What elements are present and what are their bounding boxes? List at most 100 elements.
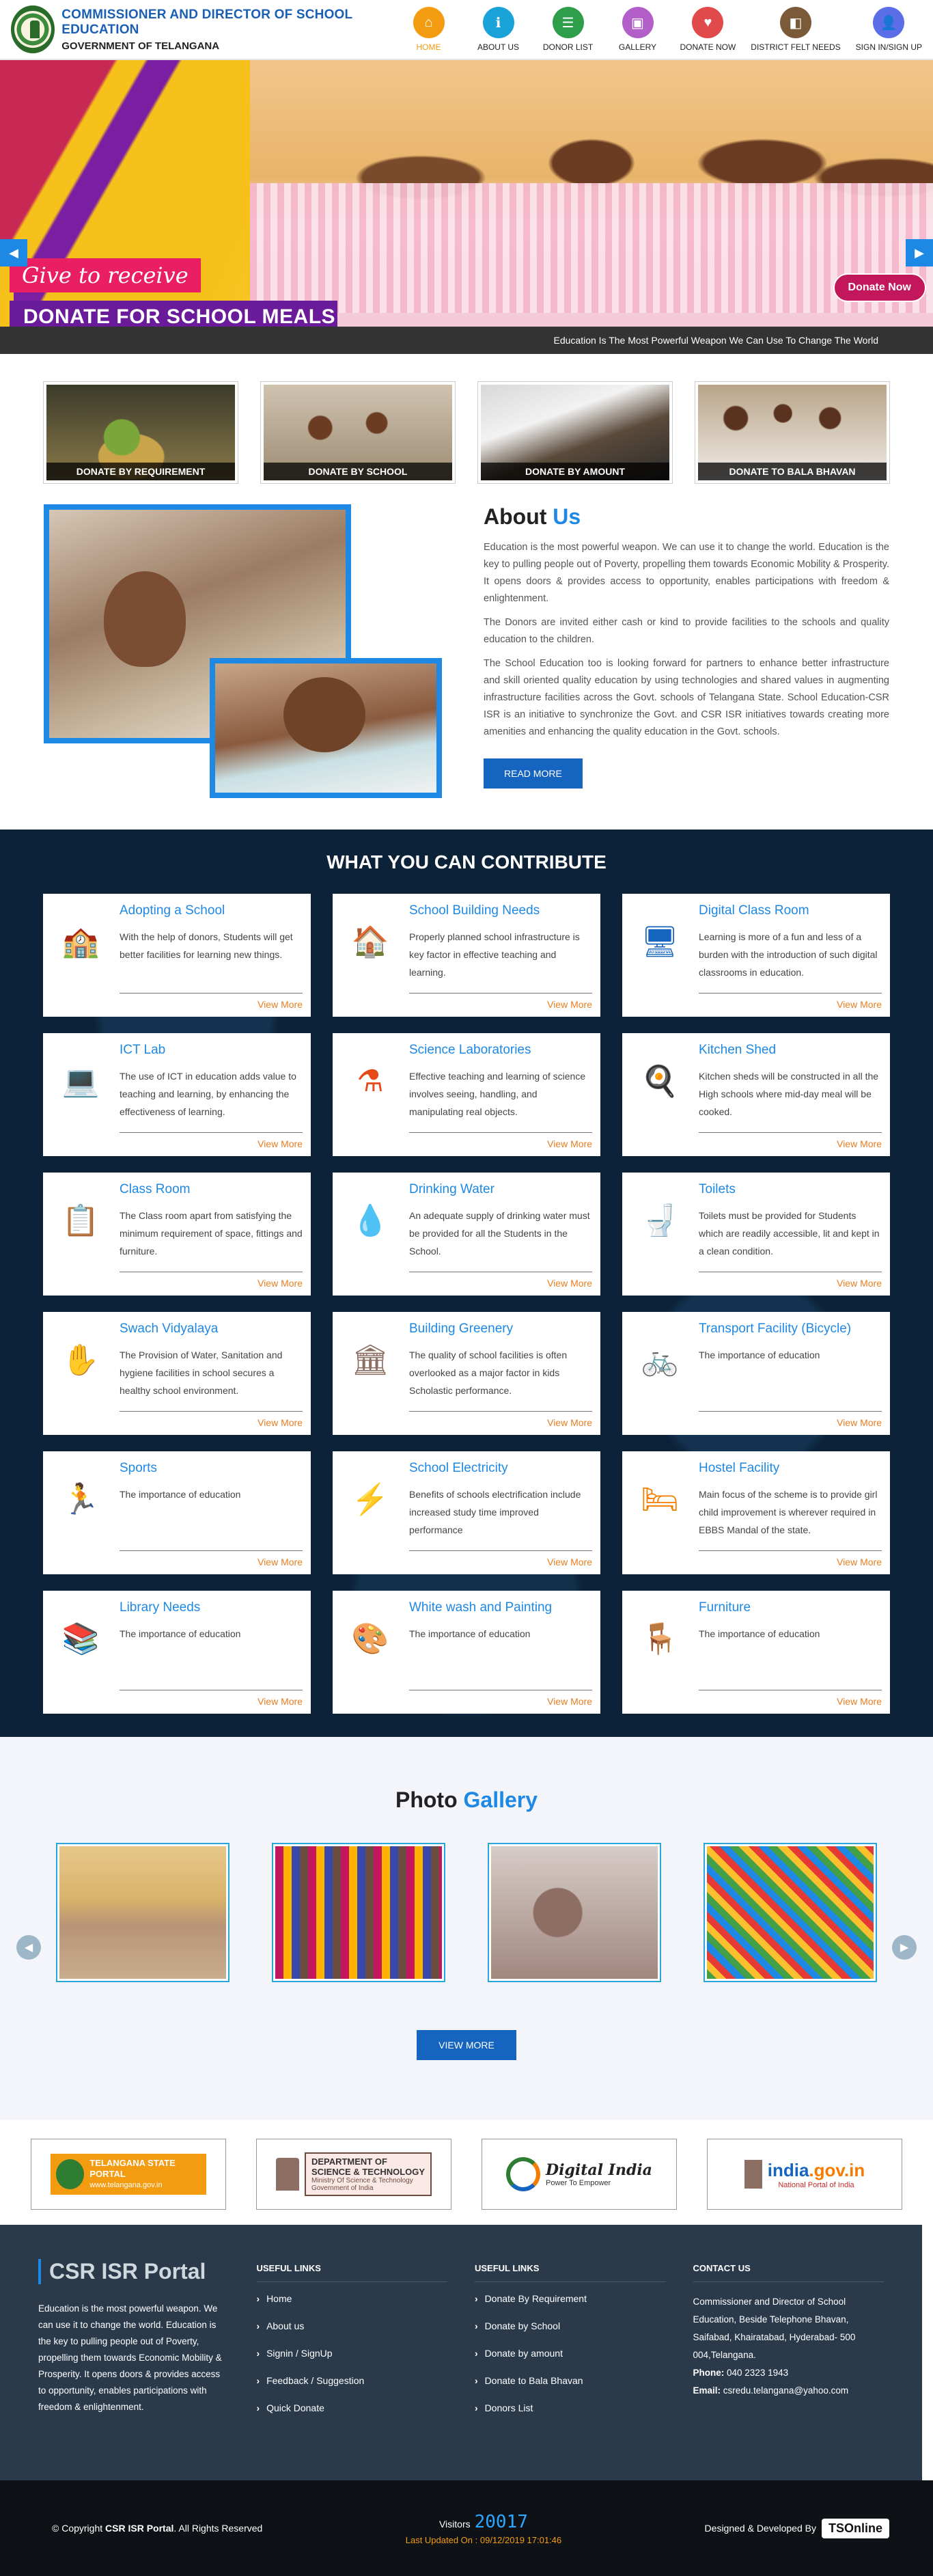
gallery-prev-arrow-icon[interactable]: ◀ [16, 1935, 41, 1960]
contribute-card[interactable]: 💧 Drinking Water An adequate supply of dri… [333, 1173, 600, 1296]
card-view-more-link[interactable]: View More [120, 999, 303, 1010]
card-title[interactable]: Swach Vidyalaya [120, 1321, 303, 1337]
brand[interactable]: COMMISSIONER AND DIRECTOR OF SCHOOL EDUC… [11, 5, 402, 53]
contribute-card[interactable]: ⚗ Science Laboratories Effective teaching … [333, 1033, 600, 1156]
footer-link-donate-requirement[interactable]: Donate By Requirement [475, 2293, 666, 2304]
card-view-more-link[interactable]: View More [409, 1557, 592, 1567]
gallery-photo[interactable] [272, 1843, 445, 1982]
tile-donate-by-amount[interactable]: DONATE BY AMOUNT [477, 381, 673, 484]
nav-about-us[interactable]: ℹ ABOUT US [471, 7, 526, 52]
card-view-more-link[interactable]: View More [699, 1138, 882, 1149]
card-view-more-link[interactable]: View More [120, 1138, 303, 1149]
card-view-more-link[interactable]: View More [699, 1278, 882, 1289]
contribute-card[interactable]: 🍳 Kitchen Shed Kitchen sheds will be const… [622, 1033, 890, 1156]
footer-link-donate-bala-bhavan[interactable]: Donate to Bala Bhavan [475, 2375, 666, 2386]
card-view-more-link[interactable]: View More [409, 1138, 592, 1149]
email-value[interactable]: csredu.telangana@yahoo.com [723, 2385, 848, 2396]
gallery-view-more-button[interactable]: VIEW MORE [417, 2030, 516, 2060]
card-title[interactable]: Drinking Water [409, 1182, 592, 1197]
contribute-card[interactable]: 🏠 School Building Needs Properly planned s… [333, 894, 600, 1017]
footer-link-quick-donate[interactable]: Quick Donate [257, 2402, 448, 2413]
hero-next-arrow-icon[interactable]: ▶ [906, 239, 933, 266]
card-description: The quality of school facilities is ofte… [409, 1346, 592, 1412]
nav-home[interactable]: ⌂ HOME [402, 7, 456, 52]
tile-donate-by-school[interactable]: DONATE BY SCHOOL [260, 381, 456, 484]
contribute-card[interactable]: 🏫 Adopting a School With the help of donor… [43, 894, 311, 1017]
card-title[interactable]: Kitchen Shed [699, 1043, 882, 1058]
contribute-card[interactable]: 🛏 Hostel Facility Main focus of the scheme… [622, 1451, 890, 1574]
card-title[interactable]: Hostel Facility [699, 1461, 882, 1476]
card-view-more-link[interactable]: View More [699, 1696, 882, 1707]
card-view-more-link[interactable]: View More [120, 1557, 303, 1567]
nav-donate-now[interactable]: ♥ DONATE NOW [680, 7, 736, 52]
contribute-card[interactable]: ⚡ School Electricity Benefits of schools e… [333, 1451, 600, 1574]
card-view-more-link[interactable]: View More [120, 1696, 303, 1707]
card-title[interactable]: School Electricity [409, 1461, 592, 1476]
gallery-photo[interactable] [488, 1843, 661, 1982]
card-view-more-link[interactable]: View More [699, 1557, 882, 1567]
tile-donate-to-bala-bhavan[interactable]: DONATE TO BALA BHAVAN [695, 381, 890, 484]
contribute-card[interactable]: 🎨 White wash and Painting The importance o… [333, 1591, 600, 1714]
card-title[interactable]: Library Needs [120, 1600, 303, 1615]
footer-link-about[interactable]: About us [257, 2320, 448, 2331]
footer-link-donors-list[interactable]: Donors List [475, 2402, 666, 2413]
footer-link-home[interactable]: Home [257, 2293, 448, 2304]
gallery-row [0, 1843, 933, 1982]
footer-link-donate-amount[interactable]: Donate by amount [475, 2348, 666, 2359]
nav-district-felt-needs[interactable]: ◧ DISTRICT FELT NEEDS [751, 7, 841, 52]
card-title[interactable]: Building Greenery [409, 1321, 592, 1337]
card-title[interactable]: Class Room [120, 1182, 303, 1197]
contribute-card[interactable]: 🏛 Building Greenery The quality of school … [333, 1312, 600, 1435]
partner-dst[interactable]: DEPARTMENT OF SCIENCE & TECHNOLOGY Minis… [256, 2139, 451, 2210]
contribute-card[interactable]: 🚽 Toilets Toilets must be provided for Stu… [622, 1173, 890, 1296]
card-title[interactable]: Science Laboratories [409, 1043, 592, 1058]
card-title[interactable]: Sports [120, 1461, 303, 1476]
card-view-more-link[interactable]: View More [699, 999, 882, 1010]
card-title[interactable]: School Building Needs [409, 903, 592, 918]
card-body: Science Laboratories Effective teaching a… [409, 1043, 592, 1149]
footer-link-feedback[interactable]: Feedback / Suggestion [257, 2375, 448, 2386]
card-title[interactable]: White wash and Painting [409, 1600, 592, 1615]
gallery-photo[interactable] [56, 1843, 229, 1982]
nav-donor-list[interactable]: ☰ DONOR LIST [541, 7, 596, 52]
hero-prev-arrow-icon[interactable]: ◀ [0, 239, 27, 266]
card-view-more-link[interactable]: View More [409, 1417, 592, 1428]
home-icon: ⌂ [413, 7, 445, 38]
contact-email: Email: csredu.telangana@yahoo.com [693, 2382, 885, 2400]
footer-link-signin[interactable]: Signin / SignUp [257, 2348, 448, 2359]
contribute-card[interactable]: 🖥 Digital Class Room Learning is more of a… [622, 894, 890, 1017]
card-view-more-link[interactable]: View More [120, 1278, 303, 1289]
info-icon: ℹ [482, 7, 514, 38]
card-title[interactable]: Toilets [699, 1182, 882, 1197]
contribute-card[interactable]: 💻 ICT Lab The use of ICT in education adds… [43, 1033, 311, 1156]
contribute-card[interactable]: ✋ Swach Vidyalaya The Provision of Water, … [43, 1312, 311, 1435]
card-view-more-link[interactable]: View More [409, 999, 592, 1010]
nav-sign-in[interactable]: 👤 SIGN IN/SIGN UP [856, 7, 922, 52]
card-title[interactable]: ICT Lab [120, 1043, 303, 1058]
gallery-next-arrow-icon[interactable]: ▶ [892, 1935, 917, 1960]
nav-gallery[interactable]: ▣ GALLERY [611, 7, 665, 52]
contribute-card[interactable]: 📚 Library Needs The importance of educatio… [43, 1591, 311, 1714]
gallery-photo[interactable] [704, 1843, 877, 1982]
partner-digital-india[interactable]: Digital India Power To Empower [482, 2139, 677, 2210]
card-title[interactable]: Adopting a School [120, 903, 303, 918]
card-view-more-link[interactable]: View More [699, 1417, 882, 1428]
card-title[interactable]: Furniture [699, 1600, 882, 1615]
card-view-more-link[interactable]: View More [409, 1696, 592, 1707]
contribute-card[interactable]: 🪑 Furniture The importance of education Vie… [622, 1591, 890, 1714]
partner-telangana-portal[interactable]: TELANGANA STATE PORTAL www.telangana.gov… [31, 2139, 226, 2210]
contribute-card[interactable]: 🏃 Sports The importance of education View M… [43, 1451, 311, 1574]
contribute-card[interactable]: 📋 Class Room The Class room apart from sat… [43, 1173, 311, 1296]
card-view-more-link[interactable]: View More [120, 1417, 303, 1428]
tile-donate-by-requirement[interactable]: DONATE BY REQUIREMENT [43, 381, 238, 484]
card-body: Library Needs The importance of education… [120, 1600, 303, 1707]
card-title[interactable]: Transport Facility (Bicycle) [699, 1321, 882, 1337]
read-more-button[interactable]: READ MORE [484, 758, 583, 789]
card-title[interactable]: Digital Class Room [699, 903, 882, 918]
contribute-card[interactable]: 🚲 Transport Facility (Bicycle) The importa… [622, 1312, 890, 1435]
tsonline-logo[interactable]: TSOnline [821, 2518, 889, 2538]
partner-india-gov[interactable]: india.gov.in National Portal of India [707, 2139, 902, 2210]
donate-now-button[interactable]: Donate Now [833, 273, 926, 302]
footer-link-donate-school[interactable]: Donate by School [475, 2320, 666, 2331]
card-view-more-link[interactable]: View More [409, 1278, 592, 1289]
